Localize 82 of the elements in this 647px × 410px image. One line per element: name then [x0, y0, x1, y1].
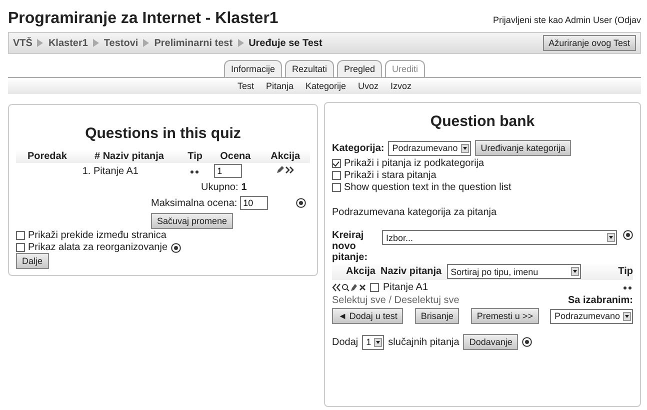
- breadcrumb-link[interactable]: Klaster1: [48, 38, 88, 48]
- count-select[interactable]: 1: [362, 334, 384, 350]
- sort-select[interactable]: Sortiraj po tipu, imenu: [446, 264, 581, 279]
- action-button[interactable]: Brisanje: [414, 308, 460, 324]
- column-header: Ocena: [210, 150, 261, 163]
- update-button[interactable]: Ažuriranje ovog Test: [542, 35, 636, 51]
- tab[interactable]: Rezultati: [284, 60, 334, 77]
- question-name: Pitanje A1: [383, 282, 428, 293]
- question-name: 1. Pitanje A1: [78, 163, 180, 179]
- panel-title: Questions in this quiz: [84, 125, 242, 142]
- tab[interactable]: Pregled: [336, 60, 382, 77]
- max-grade-label: Maksimalna ocena:: [151, 198, 238, 208]
- with-selected-label: Sa izabranim:: [568, 295, 633, 306]
- subtab-link[interactable]: Kategorije: [305, 81, 346, 91]
- breadcrumb-link[interactable]: VTŠ: [13, 38, 32, 48]
- category-heading: Podrazumevana kategorija za pitanja: [332, 207, 498, 218]
- panel-title: Question bank: [429, 113, 536, 130]
- help-icon[interactable]: [296, 198, 306, 208]
- checkbox[interactable]: [332, 171, 341, 180]
- dropdown-arrow-icon[interactable]: [622, 312, 631, 320]
- category-label: Kategorija:: [332, 142, 384, 154]
- move-right-icon[interactable]: [284, 166, 295, 174]
- checkbox[interactable]: [370, 283, 379, 292]
- checkbox[interactable]: [16, 231, 25, 240]
- action-button[interactable]: ◄ Dodaj u test: [332, 308, 404, 324]
- tab[interactable]: Urediti: [385, 60, 426, 77]
- checkbox-label: Prikaži prekide između stranica: [28, 230, 166, 241]
- type-icon: [190, 170, 200, 174]
- subtab-link[interactable]: Test: [237, 81, 254, 91]
- login-info: Prijavljeni ste kao Admin User (Odjav: [492, 15, 641, 25]
- checkbox[interactable]: [332, 159, 341, 168]
- checkbox[interactable]: [332, 183, 341, 192]
- edit-categories-button[interactable]: Uređivanje kategorija: [474, 140, 572, 156]
- separator-icon: [37, 39, 44, 47]
- subtab-link[interactable]: Uvoz: [358, 81, 379, 91]
- add-button[interactable]: Dodavanje: [463, 334, 518, 350]
- dropdown-arrow-icon[interactable]: [374, 338, 382, 346]
- grade-input[interactable]: 1: [214, 164, 242, 178]
- total-label: Ukupno:: [201, 182, 238, 193]
- max-grade-input[interactable]: 10: [240, 196, 268, 210]
- action-button[interactable]: Premesti u >>: [470, 308, 539, 324]
- edit-icon[interactable]: [276, 165, 285, 174]
- breadcrumb-link[interactable]: Uređuje se Test: [248, 38, 322, 48]
- checkbox[interactable]: [16, 243, 25, 252]
- column-header: Tip: [180, 150, 210, 163]
- column-header: Tip: [618, 266, 633, 277]
- target-category-select[interactable]: Podrazumevano: [550, 308, 633, 324]
- subtab-link[interactable]: Pitanja: [266, 81, 294, 91]
- column-header: # Naziv pitanja: [78, 150, 180, 163]
- subtab-link[interactable]: Izvoz: [390, 81, 412, 91]
- help-icon[interactable]: [170, 242, 181, 252]
- create-label: Kreiraj novo pitanje:: [332, 230, 369, 263]
- next-button[interactable]: Dalje: [16, 253, 49, 269]
- column-header: Naziv pitanja: [380, 266, 442, 277]
- column-header: Akcija: [346, 266, 376, 277]
- select-all-link[interactable]: Selektuj sve / Deselektuj sve: [332, 295, 460, 306]
- random-label: slučajnih pitanja: [388, 336, 460, 348]
- help-icon[interactable]: [522, 337, 532, 347]
- dropdown-arrow-icon[interactable]: [607, 233, 615, 242]
- course-title: Programiranje za Internet - Klaster1: [8, 10, 278, 28]
- breadcrumb-link[interactable]: Preliminarni test: [154, 38, 233, 48]
- help-icon[interactable]: [623, 230, 633, 240]
- checkbox-label: Prikaz alata za reorganizovanje: [28, 242, 168, 253]
- type-icon: [623, 286, 633, 290]
- checkbox-label: Prikaži i stara pitanja: [344, 170, 436, 181]
- save-button[interactable]: Sačuvaj promene: [151, 213, 234, 229]
- add-label: Dodaj: [332, 336, 358, 348]
- separator-icon: [238, 39, 244, 47]
- column-header: Akcija: [260, 150, 310, 163]
- question-type-select[interactable]: Izbor...: [382, 230, 617, 245]
- column-header: Poredak: [16, 150, 78, 163]
- action-icons-drawing[interactable]: [332, 283, 366, 292]
- dropdown-arrow-icon[interactable]: [570, 267, 579, 276]
- category-select[interactable]: Podrazumevano: [388, 140, 471, 156]
- separator-icon: [92, 39, 99, 47]
- checkbox-label: Prikaži i pitanja iz podkategorija: [344, 158, 484, 169]
- dropdown-arrow-icon[interactable]: [460, 144, 469, 152]
- total-value: 1: [241, 182, 247, 193]
- checkbox-label: Show question text in the question list: [344, 182, 512, 193]
- breadcrumb-link[interactable]: Testovi: [104, 38, 138, 48]
- separator-icon: [143, 39, 150, 47]
- tab[interactable]: Informacije: [224, 60, 282, 77]
